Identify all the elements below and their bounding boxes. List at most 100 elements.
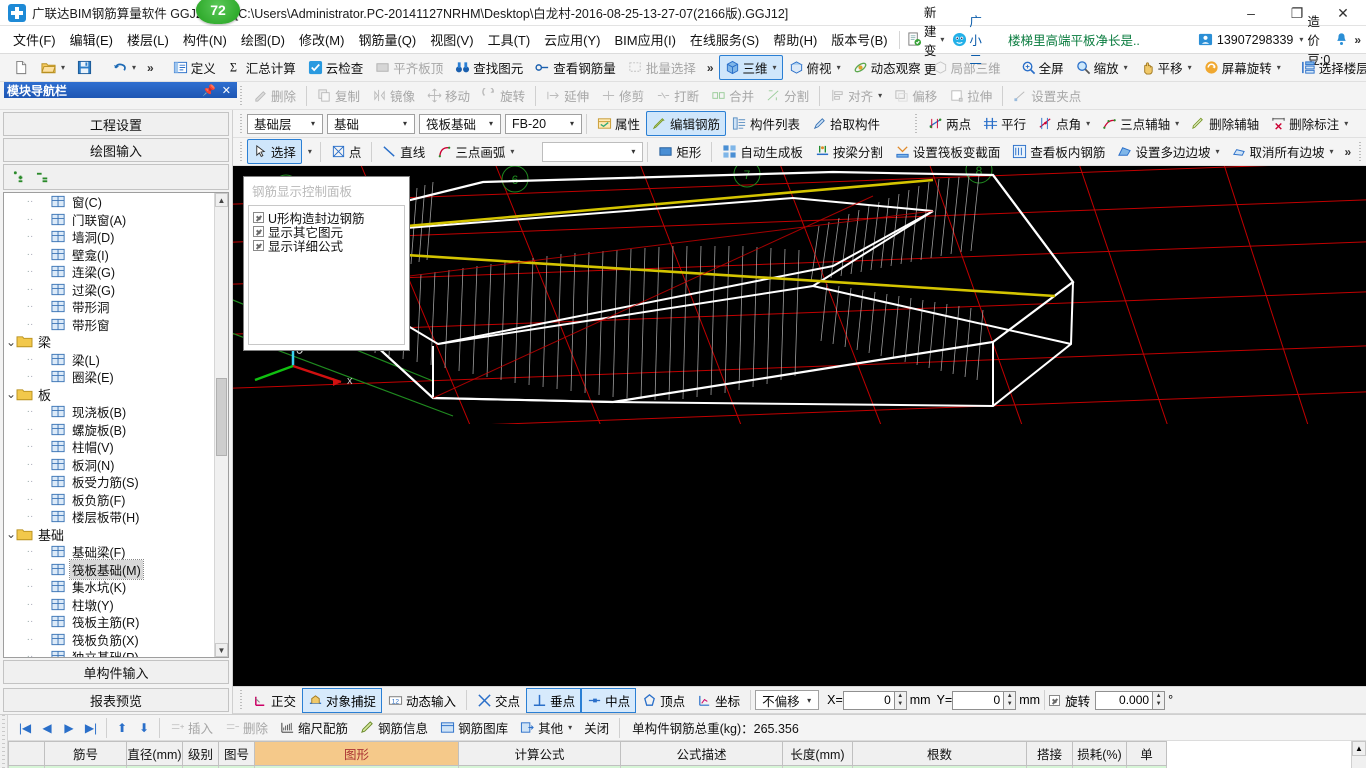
- section-project-settings[interactable]: 工程设置: [3, 112, 229, 136]
- fullscreen-button[interactable]: 全屏: [1015, 55, 1070, 80]
- scale-rebar-button[interactable]: 缩尺配筋: [274, 715, 354, 740]
- midpoint-snap-toggle[interactable]: 中点: [581, 688, 636, 713]
- column-header-9[interactable]: 根数: [853, 742, 1027, 766]
- insert-row-button[interactable]: 插入: [164, 715, 219, 740]
- rebar-option-2[interactable]: 显示详细公式: [253, 238, 400, 252]
- update-badge[interactable]: 72: [196, 0, 240, 24]
- tree-item-25[interactable]: ··筏板负筋(X): [4, 631, 214, 649]
- checkbox-u-edge-rebar[interactable]: [253, 212, 264, 223]
- two-point-axis-button[interactable]: 两点: [922, 111, 977, 136]
- expand-all-icon[interactable]: [12, 170, 27, 185]
- other-chevron-down-icon[interactable]: ▾: [568, 723, 572, 732]
- object-snap-toggle[interactable]: 对象捕捉: [302, 688, 382, 713]
- category-select[interactable]: 基础▾: [327, 114, 415, 134]
- offsetmode-chevron-down-icon[interactable]: ▾: [802, 696, 816, 705]
- edit-toolbar-grip[interactable]: [239, 86, 245, 106]
- column-header-2[interactable]: 直径(mm): [127, 742, 183, 766]
- component-chevron-down-icon[interactable]: ▾: [565, 119, 579, 128]
- tree-scroll-down-icon[interactable]: ▼: [215, 643, 228, 657]
- tree-item-4[interactable]: ··连梁(G): [4, 263, 214, 281]
- checkbox-show-detail-formula[interactable]: [253, 240, 264, 251]
- tree-scroll-thumb[interactable]: [216, 378, 227, 456]
- tree-item-20[interactable]: ··基础梁(F): [4, 543, 214, 561]
- y-spinner[interactable]: ▲▼: [1004, 691, 1016, 710]
- line-tool-button[interactable]: 直线: [376, 139, 431, 164]
- offset-mode-select[interactable]: 不偏移▾: [755, 690, 819, 710]
- column-header-4[interactable]: 图号: [219, 742, 255, 766]
- column-header-12[interactable]: 单: [1127, 742, 1167, 766]
- set-grip-point-button[interactable]: 设置夹点: [1007, 83, 1087, 108]
- category-chevron-down-icon[interactable]: ▾: [398, 119, 412, 128]
- menu-floor[interactable]: 楼层(L): [120, 27, 176, 52]
- undo-chevron-down-icon[interactable]: ▾: [132, 63, 136, 72]
- rotate-spinner[interactable]: ▲▼: [1153, 691, 1165, 710]
- menu-rebar-qty[interactable]: 钢筋量(Q): [351, 27, 423, 52]
- vertex-snap-toggle[interactable]: 顶点: [636, 688, 691, 713]
- pan-chevron-down-icon[interactable]: ▾: [1188, 63, 1192, 72]
- account-block[interactable]: 13907298339 ▾ 造价豆:0: [1198, 11, 1349, 68]
- tree-item-16[interactable]: ··板受力筋(S): [4, 473, 214, 491]
- tree-item-6[interactable]: ··带形洞: [4, 298, 214, 316]
- menu-file[interactable]: 文件(F): [6, 27, 63, 52]
- tree-item-1[interactable]: ··门联窗(A): [4, 211, 214, 229]
- intersection-snap-toggle[interactable]: 交点: [471, 688, 526, 713]
- checkbox-show-other-elements[interactable]: [253, 226, 264, 237]
- tree-item-12[interactable]: ··现浇板(B): [4, 403, 214, 421]
- menu-online-service[interactable]: 在线服务(S): [683, 27, 766, 52]
- topview-chevron-down-icon[interactable]: ▾: [837, 63, 841, 72]
- move-down-button[interactable]: ⬇: [133, 718, 155, 738]
- component-list-button[interactable]: 构件列表: [726, 111, 806, 136]
- tree-item-17[interactable]: ··板负筋(F): [4, 491, 214, 509]
- pointangle-chevron-down-icon[interactable]: ▾: [1086, 119, 1090, 128]
- rebar-grid[interactable]: 筋号直径(mm)级别图号图形计算公式公式描述长度(mm)根数搭接损耗(%)单 1…: [8, 741, 1366, 768]
- summary-calc-button[interactable]: Σ 汇总计算: [222, 55, 302, 80]
- split-by-beam-button[interactable]: 按梁分割: [809, 139, 889, 164]
- column-header-11[interactable]: 损耗(%): [1073, 742, 1127, 766]
- menu-view[interactable]: 视图(V): [423, 27, 480, 52]
- arc-chevron-down-icon[interactable]: ▾: [510, 147, 514, 156]
- section-drawing-input[interactable]: 绘图输入: [3, 138, 229, 162]
- cancelslope-chevron-down-icon[interactable]: ▾: [1329, 147, 1333, 156]
- view-rebar-qty-button[interactable]: 查看钢筋量: [529, 55, 622, 80]
- rebar-display-panel[interactable]: 钢筋显示控制面板 U形构造封边钢筋 显示其它图元 显示详细公式: [243, 176, 410, 351]
- delete-dimension-button[interactable]: 删除标注▾: [1265, 111, 1354, 136]
- pick-component-button[interactable]: 拾取构件: [806, 111, 886, 136]
- chevron-down-icon[interactable]: ▾: [940, 35, 944, 44]
- floor-chevron-down-icon[interactable]: ▾: [306, 119, 320, 128]
- floor-select[interactable]: 基础层▾: [247, 114, 323, 134]
- x-spinner[interactable]: ▲▼: [895, 691, 907, 710]
- select-tool-button[interactable]: 选择: [247, 139, 302, 164]
- properties-button[interactable]: 属性: [591, 111, 646, 136]
- menu-cloud-app[interactable]: 云应用(Y): [537, 27, 607, 52]
- extend-button[interactable]: 延伸: [540, 83, 595, 108]
- tree-item-26[interactable]: ··独立基础(P): [4, 648, 214, 657]
- y-input[interactable]: 0: [952, 691, 1004, 710]
- sidebar-close-icon[interactable]: ✕: [219, 84, 234, 97]
- menu-bim-app[interactable]: BIM应用(I): [608, 27, 683, 52]
- delete-axis-button[interactable]: 删除辅轴: [1185, 111, 1265, 136]
- deldim-chevron-down-icon[interactable]: ▾: [1344, 119, 1348, 128]
- move-button[interactable]: 移动: [421, 83, 476, 108]
- column-header-0[interactable]: [9, 742, 45, 766]
- set-raft-section-button[interactable]: 设置筏板变截面: [889, 139, 1007, 164]
- zoom-chevron-down-icon[interactable]: ▾: [1124, 63, 1128, 72]
- edit-rebar-button[interactable]: 编辑钢筋: [646, 111, 726, 136]
- 3d-chevron-down-icon[interactable]: ▾: [773, 63, 777, 72]
- column-header-7[interactable]: 公式描述: [621, 742, 783, 766]
- toolbar-overflow-2[interactable]: »: [702, 61, 719, 75]
- auto-slab-button[interactable]: 自动生成板: [716, 139, 809, 164]
- menu-modify[interactable]: 修改(M): [292, 27, 352, 52]
- align-button[interactable]: 对齐▾: [824, 83, 888, 108]
- select-chevron-down-icon[interactable]: ▾: [304, 147, 316, 156]
- grid-scroll-up-icon[interactable]: ▲: [1352, 741, 1366, 756]
- dynamic-input-toggle[interactable]: 12 动态输入: [382, 688, 462, 713]
- tree-item-3[interactable]: ··壁龛(I): [4, 246, 214, 264]
- tree-item-7[interactable]: ··带形窗: [4, 316, 214, 334]
- stretch-button[interactable]: 拉伸: [943, 83, 998, 108]
- split-button[interactable]: 分割: [760, 83, 815, 108]
- prev-row-button[interactable]: ◀: [36, 718, 58, 738]
- merge-button[interactable]: 合并: [705, 83, 760, 108]
- move-up-button[interactable]: ⬆: [111, 718, 133, 738]
- set-poly-slope-button[interactable]: 设置多边边坡▾: [1111, 139, 1225, 164]
- arc-tool-button[interactable]: 三点画弧 ▾: [431, 139, 520, 164]
